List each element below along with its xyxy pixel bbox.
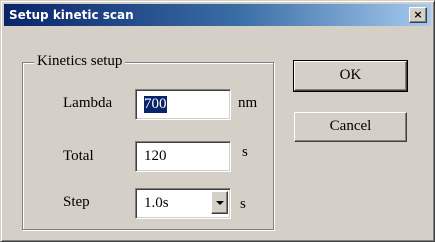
total-input[interactable]: 120 xyxy=(135,141,231,172)
cancel-button-label: Cancel xyxy=(329,118,372,134)
ok-button[interactable]: OK xyxy=(293,60,408,92)
step-unit: s xyxy=(240,196,246,212)
cancel-button[interactable]: Cancel xyxy=(294,112,407,142)
ok-button-label: OK xyxy=(339,67,362,83)
group-legend: Kinetics setup xyxy=(34,53,126,70)
total-value: 120 xyxy=(144,148,167,164)
dialog-window: Setup kinetic scan × Kinetics setup Lamb… xyxy=(0,0,435,242)
step-dropdown-button[interactable] xyxy=(211,191,228,214)
lambda-input[interactable]: 700 xyxy=(135,89,231,120)
window-title: Setup kinetic scan xyxy=(9,8,134,22)
lambda-unit: nm xyxy=(238,95,258,111)
title-bar[interactable]: Setup kinetic scan × xyxy=(4,4,431,26)
lambda-label: Lambda xyxy=(63,95,113,111)
step-value: 1.0s xyxy=(144,195,169,211)
step-label: Step xyxy=(63,194,90,210)
step-select[interactable]: 1.0s xyxy=(135,188,231,219)
chevron-down-icon xyxy=(216,201,224,205)
total-unit: s xyxy=(242,144,248,160)
close-icon: × xyxy=(413,8,423,21)
close-button[interactable]: × xyxy=(409,7,427,23)
total-label: Total xyxy=(63,148,94,164)
lambda-value: 700 xyxy=(144,96,167,113)
